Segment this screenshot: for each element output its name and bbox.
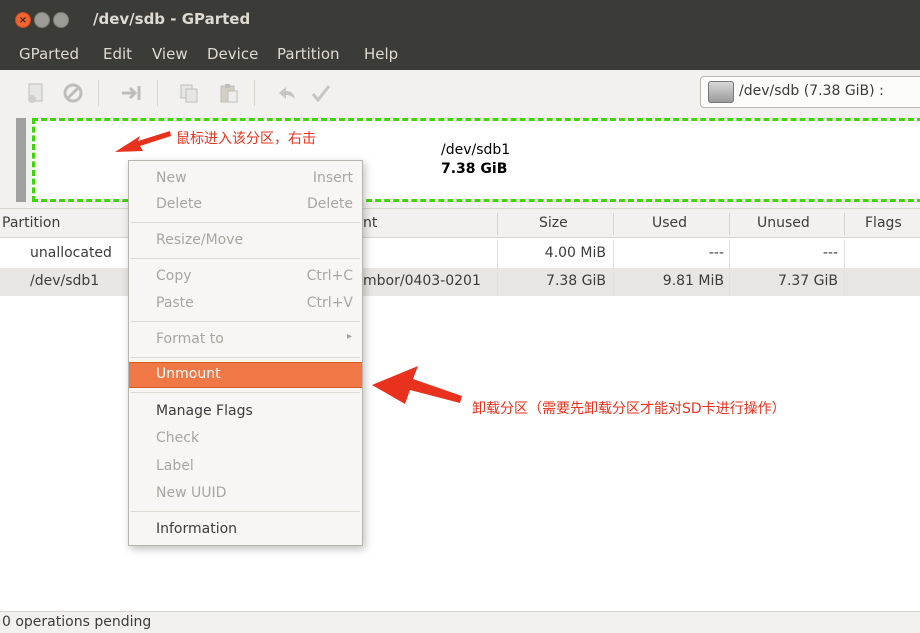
arrow-to-unmount-icon xyxy=(372,366,462,404)
annotation-right-click: 鼠标进入该分区，右击 xyxy=(176,131,316,147)
annotation-unmount-note: 卸载分区（需要先卸载分区才能对SD卡进行操作） xyxy=(472,401,786,417)
annotation-arrows xyxy=(115,131,462,404)
arrow-to-partition-icon xyxy=(115,131,171,152)
